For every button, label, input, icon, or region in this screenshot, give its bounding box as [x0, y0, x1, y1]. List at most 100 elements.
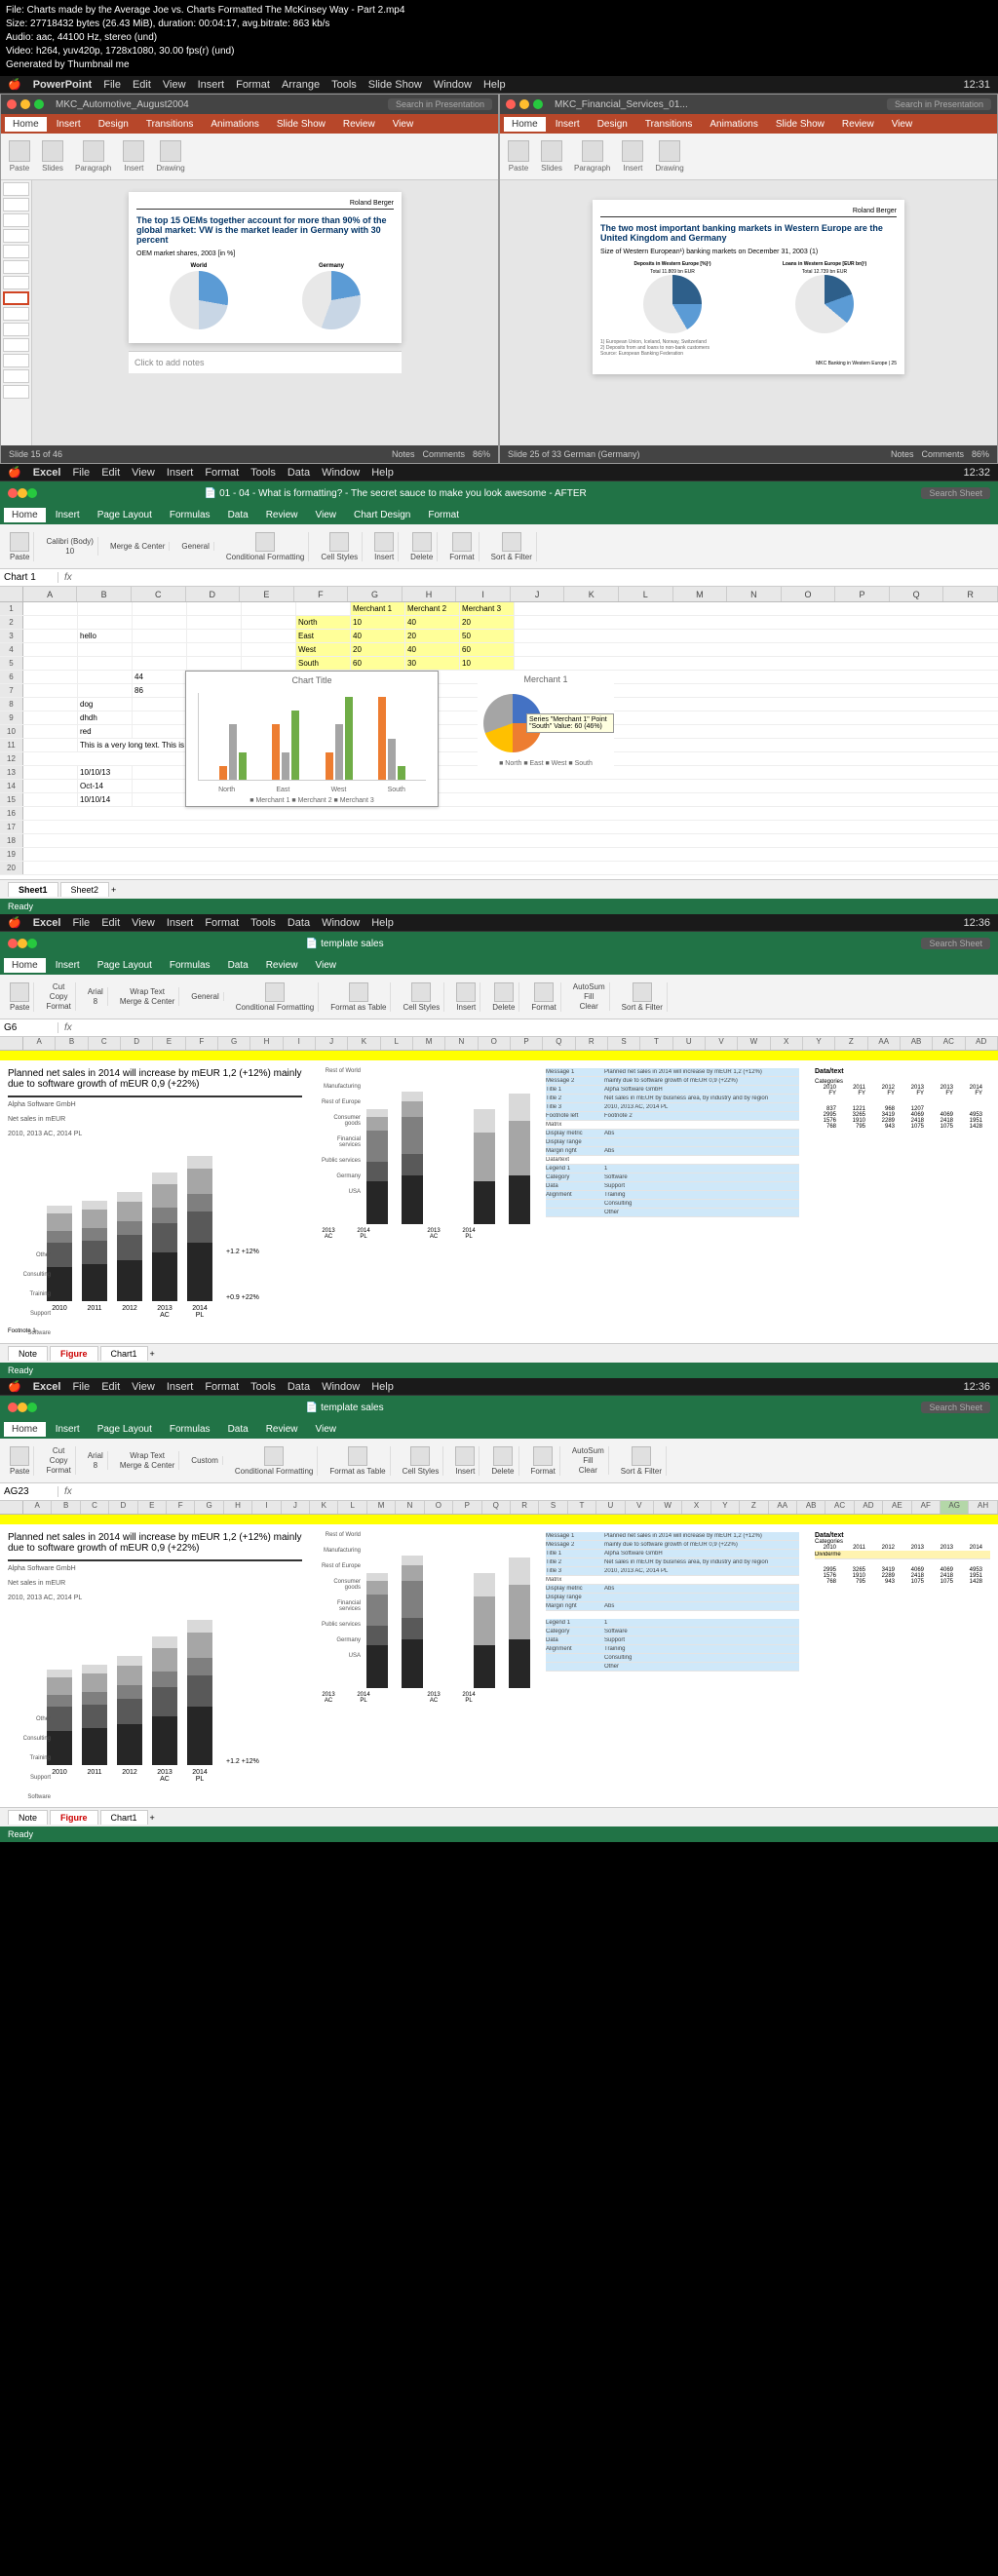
font-selector[interactable]: Arial8	[84, 1451, 108, 1470]
paragraph-group[interactable]: Paragraph	[574, 140, 610, 173]
delete-cells-button[interactable]: Delete	[406, 532, 438, 561]
tab-home[interactable]: Home	[4, 958, 46, 973]
name-box[interactable]: G6	[0, 1022, 58, 1033]
app-name[interactable]: PowerPoint	[33, 79, 93, 91]
slides-button[interactable]: Slides	[541, 140, 562, 173]
number-format[interactable]: General	[187, 992, 223, 1001]
cell-styles-button[interactable]: Cell Styles	[399, 982, 444, 1012]
sheet-tab-chart1[interactable]: Chart1	[100, 1810, 148, 1825]
close-icon[interactable]	[8, 939, 18, 948]
menu-help[interactable]: Help	[371, 467, 394, 479]
close-icon[interactable]	[8, 1403, 18, 1412]
tab-review[interactable]: Review	[335, 117, 383, 132]
status-comments[interactable]: Comments	[921, 449, 964, 459]
tab-view[interactable]: View	[307, 958, 344, 973]
clipboard-group[interactable]: CutCopyFormat	[42, 1446, 75, 1475]
apple-icon[interactable]: 🍎	[8, 916, 21, 929]
maximize-icon[interactable]	[27, 488, 37, 498]
name-box[interactable]: AG23	[0, 1486, 58, 1497]
divider-highlight[interactable]: Divide/me	[815, 1551, 990, 1559]
status-zoom[interactable]: 86%	[972, 449, 989, 459]
menu-tools[interactable]: Tools	[331, 79, 357, 91]
font-selector[interactable]: Arial8	[84, 987, 108, 1006]
maximize-icon[interactable]	[533, 99, 543, 109]
menu-view[interactable]: View	[132, 467, 155, 479]
sheet-tab-chart1[interactable]: Chart1	[100, 1346, 148, 1361]
status-comments[interactable]: Comments	[422, 449, 465, 459]
sort-filter-button[interactable]: Sort & Filter	[618, 982, 668, 1012]
delete-cells-button[interactable]: Delete	[487, 1446, 518, 1476]
sort-filter-button[interactable]: Sort & Filter	[487, 532, 537, 561]
thumbnail-panel[interactable]	[1, 180, 32, 445]
sort-filter-button[interactable]: Sort & Filter	[617, 1446, 667, 1476]
menu-arrange[interactable]: Arrange	[282, 79, 320, 91]
menu-format[interactable]: Format	[205, 467, 239, 479]
notes-input[interactable]: Click to add notes	[129, 351, 402, 373]
format-table-button[interactable]: Format as Table	[326, 1446, 390, 1476]
autosum-button[interactable]: AutoSumFillClear	[569, 982, 610, 1011]
menu-edit[interactable]: Edit	[101, 467, 120, 479]
search-input[interactable]: Search in Presentation	[388, 98, 492, 110]
drawing-button[interactable]: Drawing	[655, 140, 683, 173]
tab-home[interactable]: Home	[4, 1422, 46, 1437]
tab-home[interactable]: Home	[4, 508, 46, 522]
col-header[interactable]: A	[23, 587, 78, 601]
insert-cells-button[interactable]: Insert	[452, 982, 480, 1012]
status-notes[interactable]: Notes	[392, 449, 415, 459]
close-icon[interactable]	[7, 99, 17, 109]
apple-icon[interactable]: 🍎	[8, 466, 21, 479]
tab-format[interactable]: Format	[420, 508, 467, 522]
number-format[interactable]: Custom	[187, 1456, 223, 1465]
add-sheet-button[interactable]: +	[150, 1349, 155, 1359]
data-table[interactable]: Data/text Categories 2010201120122013201…	[815, 1532, 990, 1799]
tab-transitions[interactable]: Transitions	[138, 117, 202, 132]
maximize-icon[interactable]	[27, 1403, 37, 1412]
app-name[interactable]: Excel	[33, 1381, 61, 1393]
app-name[interactable]: Excel	[33, 917, 61, 929]
figure-area[interactable]: Planned net sales in 2014 will increase …	[0, 1524, 998, 1807]
alignment-group[interactable]: Wrap TextMerge & Center	[116, 1451, 179, 1470]
selected-column[interactable]: AG	[940, 1501, 969, 1514]
menu-window[interactable]: Window	[434, 79, 472, 91]
menu-file[interactable]: File	[103, 79, 121, 91]
config-panel[interactable]: Message 1Planned net sales in 2014 will …	[546, 1532, 799, 1799]
thumbnail-selected[interactable]	[3, 291, 29, 305]
menu-file[interactable]: File	[72, 467, 90, 479]
sheet-tab-note[interactable]: Note	[8, 1346, 48, 1361]
merge-button[interactable]: Merge & Center	[106, 542, 170, 551]
app-name[interactable]: Excel	[33, 467, 61, 479]
menu-view[interactable]: View	[163, 79, 186, 91]
apple-icon[interactable]: 🍎	[8, 1380, 21, 1393]
close-icon[interactable]	[8, 488, 18, 498]
tab-chart-design[interactable]: Chart Design	[346, 508, 418, 522]
insert-cells-button[interactable]: Insert	[370, 532, 399, 561]
tab-view[interactable]: View	[385, 117, 422, 132]
column-headers[interactable]: ABCDEFGHIJKLMNOPQRSTUVWXYZAAABACADAEAFAG…	[0, 1501, 998, 1515]
status-zoom[interactable]: 86%	[473, 449, 490, 459]
add-sheet-button[interactable]: +	[111, 885, 116, 895]
editing-group[interactable]: AutoSumFillClear	[568, 1446, 609, 1475]
maximize-icon[interactable]	[27, 939, 37, 948]
paragraph-group[interactable]: Paragraph	[75, 140, 111, 173]
format-cells-button[interactable]: Format	[527, 1446, 560, 1476]
minimize-icon[interactable]	[18, 488, 27, 498]
search-input[interactable]: Search Sheet	[921, 938, 990, 949]
sheet-tab-1[interactable]: Sheet1	[8, 882, 58, 897]
menu-insert[interactable]: Insert	[167, 467, 194, 479]
search-input[interactable]: Search in Presentation	[887, 98, 991, 110]
tab-design[interactable]: Design	[590, 117, 635, 132]
font-selector[interactable]: Calibri (Body)10	[42, 537, 97, 556]
menu-data[interactable]: Data	[288, 467, 310, 479]
tab-review[interactable]: Review	[834, 117, 882, 132]
tab-transitions[interactable]: Transitions	[637, 117, 701, 132]
tab-page-layout[interactable]: Page Layout	[90, 958, 160, 973]
paste-button[interactable]: Paste	[508, 140, 529, 173]
menu-tools[interactable]: Tools	[250, 467, 276, 479]
maximize-icon[interactable]	[34, 99, 44, 109]
tab-review[interactable]: Review	[258, 508, 306, 522]
name-box[interactable]: Chart 1	[0, 572, 58, 583]
minimize-icon[interactable]	[20, 99, 30, 109]
search-input[interactable]: Search Sheet	[921, 1402, 990, 1413]
tab-animations[interactable]: Animations	[203, 117, 266, 132]
column-headers[interactable]: ABCDEFGHIJKLMNOPQRSTUVWXYZAAABACAD	[0, 1037, 998, 1051]
